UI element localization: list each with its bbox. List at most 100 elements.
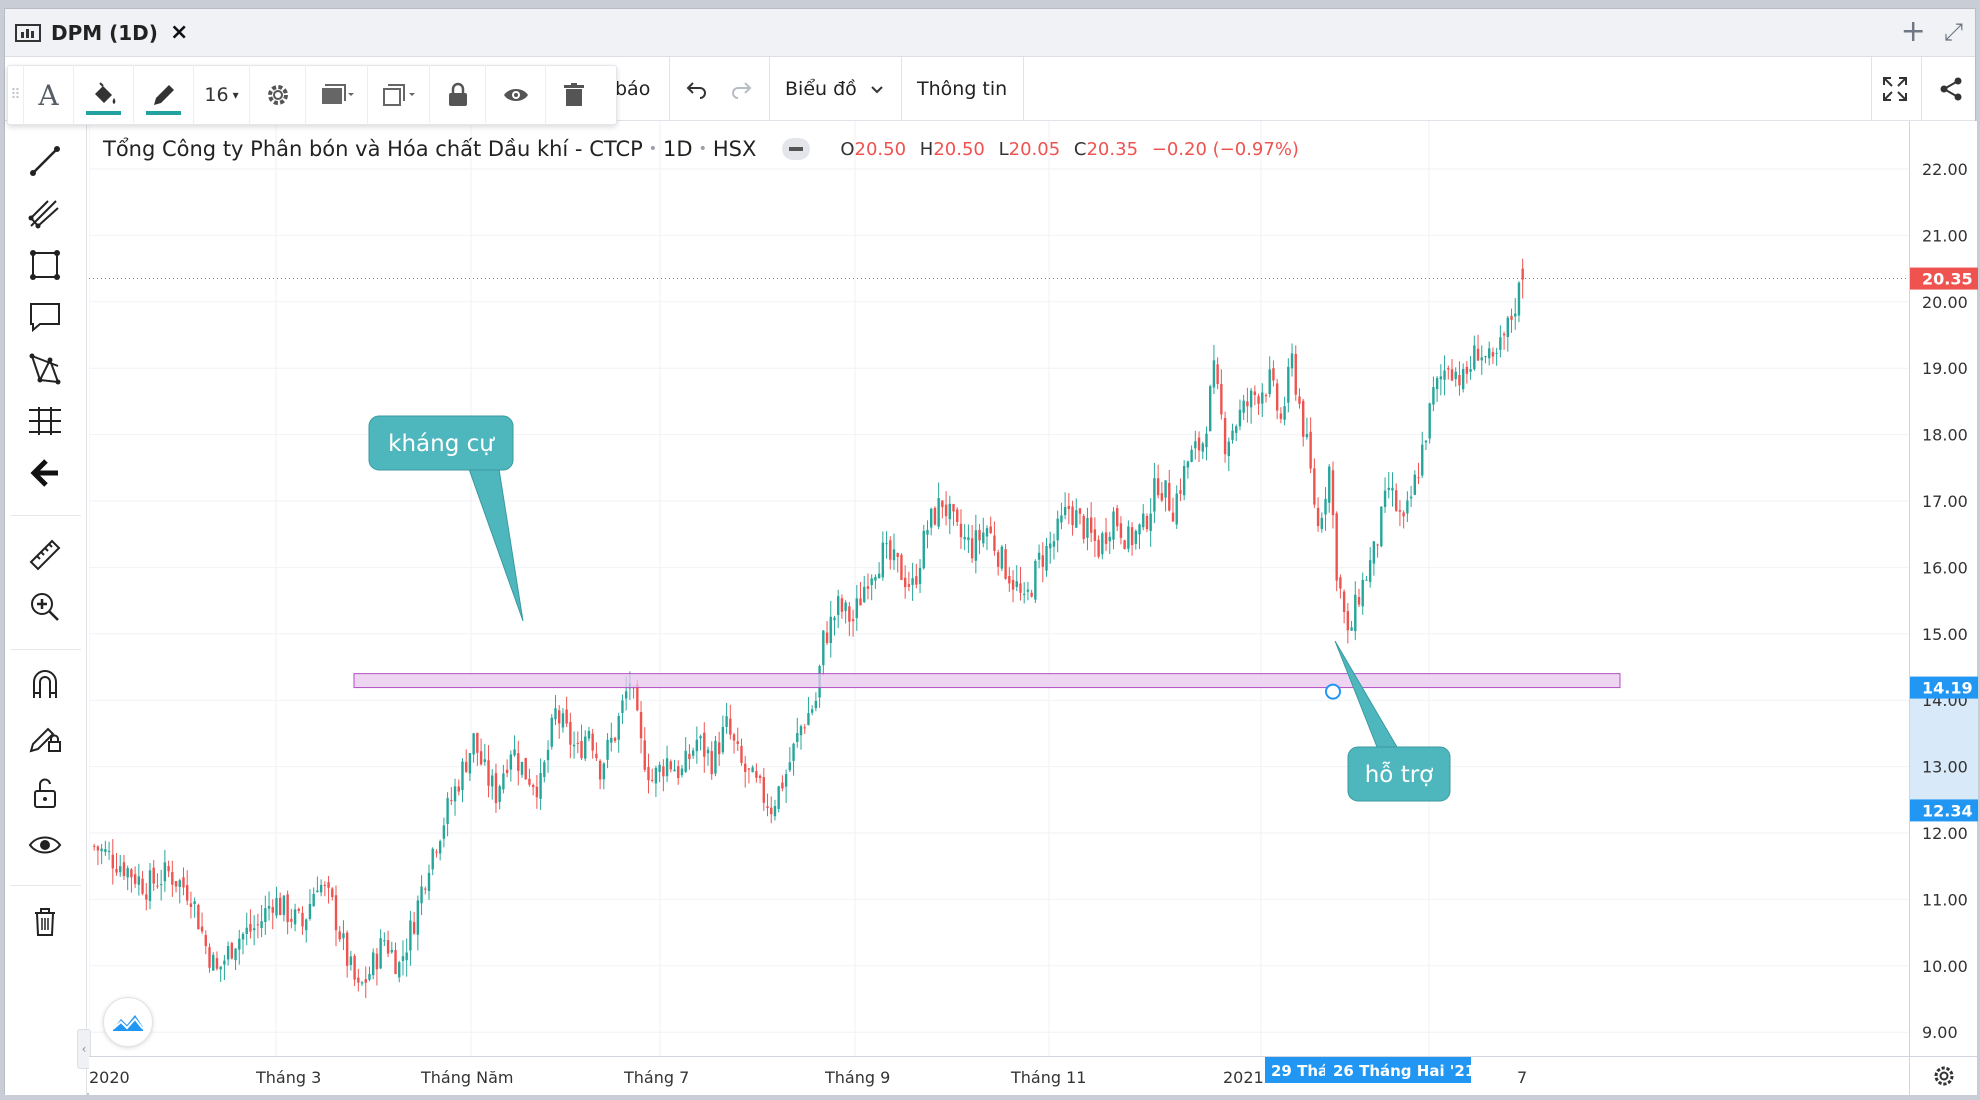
candle <box>535 775 539 809</box>
tab-close-icon[interactable]: × <box>170 20 188 45</box>
chart-menu-button[interactable]: Biểu đồ <box>785 57 885 121</box>
fib-tool[interactable] <box>25 193 65 233</box>
candle <box>554 695 557 726</box>
fullscreen-button[interactable] <box>1881 57 1909 121</box>
lock-drawing-button[interactable] <box>430 65 486 125</box>
candle <box>323 881 327 897</box>
collapse-legend-button[interactable] <box>782 138 811 160</box>
fill-color-button[interactable] <box>74 65 134 125</box>
lock-all-tool[interactable] <box>25 773 65 813</box>
candle <box>1238 399 1242 431</box>
style-template-button[interactable] <box>306 65 368 125</box>
symbol-name[interactable]: Tổng Công ty Phân bón và Hóa chất Dầu kh… <box>103 137 643 161</box>
rectangle-icon <box>30 250 60 280</box>
magnet-tool[interactable] <box>25 665 65 705</box>
candle <box>193 897 196 918</box>
line-color-button[interactable] <box>134 65 194 125</box>
candle <box>572 731 576 759</box>
time-tick: Tháng Năm <box>420 1068 513 1087</box>
clone-button[interactable] <box>368 65 430 125</box>
delete-drawing-button[interactable] <box>546 65 602 125</box>
candle <box>1395 483 1398 512</box>
time-axis[interactable]: 2020 Tháng 3 Tháng Năm Tháng 7 Tháng 9 Tháng … <box>89 1056 1909 1095</box>
candle <box>1294 345 1297 401</box>
visibility-button[interactable] <box>486 65 546 125</box>
candle <box>360 980 364 986</box>
alert-button[interactable]: báo <box>615 57 650 121</box>
remove-drawings-tool[interactable] <box>25 901 65 941</box>
candle <box>182 867 185 896</box>
candle <box>208 943 211 973</box>
candle <box>584 730 587 762</box>
candle <box>1008 567 1011 592</box>
candle <box>453 778 457 816</box>
price-axis[interactable]: 22.00 21.00 20.00 19.00 18.00 17.00 16.00 15.00… <box>1909 121 1978 1056</box>
candle <box>1480 345 1483 375</box>
add-tab-icon[interactable]: + <box>1901 17 1926 47</box>
candle <box>576 731 579 754</box>
candle <box>1249 387 1253 424</box>
expand-window-icon[interactable]: ⤢ <box>1944 17 1963 47</box>
open-value: 20.50 <box>854 138 907 160</box>
candle <box>1223 411 1227 463</box>
candle <box>1052 533 1056 560</box>
window-titlebar: DPM (1D) × + ⤢ <box>5 9 1975 57</box>
callout-tool[interactable] <box>25 297 65 337</box>
candle <box>226 941 230 966</box>
redo-button[interactable] <box>729 57 753 121</box>
candle <box>1372 540 1376 576</box>
zoom-tool[interactable] <box>25 587 65 627</box>
candle <box>944 491 948 526</box>
undo-button[interactable] <box>685 57 709 121</box>
candle <box>1473 335 1476 371</box>
ruler-tool[interactable] <box>25 535 65 575</box>
back-tool[interactable] <box>25 453 65 493</box>
candle <box>1398 500 1402 527</box>
candle <box>903 565 907 599</box>
candle <box>1368 547 1372 588</box>
rectangle-tool[interactable] <box>25 245 65 285</box>
forecast-tool[interactable] <box>25 401 65 441</box>
share-button[interactable] <box>1937 57 1965 121</box>
candle <box>613 736 617 744</box>
last-price-label: 20.35 <box>1922 270 1973 289</box>
candle <box>591 729 594 759</box>
unlock-icon <box>34 778 56 808</box>
candle <box>1350 620 1353 631</box>
candle <box>238 929 241 965</box>
trend-line-tool[interactable] <box>25 141 65 181</box>
chevron-down-icon <box>871 86 883 94</box>
candle <box>111 839 114 885</box>
candle <box>502 764 505 794</box>
text-tool-button[interactable]: A <box>24 65 74 125</box>
candle <box>1488 341 1491 366</box>
candle <box>531 783 535 796</box>
axis-settings-button[interactable] <box>1909 1056 1977 1095</box>
arrow-left-icon <box>30 459 58 487</box>
candle <box>710 741 713 780</box>
chart-tab-icon <box>15 23 41 42</box>
time-tick: Tháng 11 <box>1010 1068 1086 1087</box>
settings-button[interactable] <box>250 65 306 125</box>
change-value: −0.20 (−0.97%) <box>1151 138 1299 160</box>
lock-draw-mode-tool[interactable] <box>25 717 65 757</box>
chart-pane[interactable]: kháng cự hỗ trợ <box>88 121 1909 1056</box>
hide-all-tool[interactable] <box>25 825 65 865</box>
brand-logo[interactable] <box>103 997 153 1047</box>
candle <box>1149 498 1152 547</box>
candle <box>1328 464 1331 513</box>
info-button[interactable]: Thông tin <box>917 57 1007 121</box>
pattern-tool[interactable] <box>25 349 65 389</box>
time-tick: Tháng 9 <box>824 1068 890 1087</box>
price-chart[interactable]: kháng cự hỗ trợ <box>88 121 1909 1056</box>
candle <box>1268 356 1271 398</box>
candle <box>1305 417 1309 440</box>
candle <box>234 948 237 971</box>
tab-title[interactable]: DPM (1D) <box>51 21 158 45</box>
candle <box>1361 572 1364 615</box>
candle <box>167 860 170 878</box>
drag-handle-icon[interactable]: ⠿ <box>8 65 24 125</box>
font-size-select[interactable]: 16 ▾ <box>194 65 250 125</box>
candle <box>1376 543 1379 558</box>
candle <box>688 744 691 770</box>
